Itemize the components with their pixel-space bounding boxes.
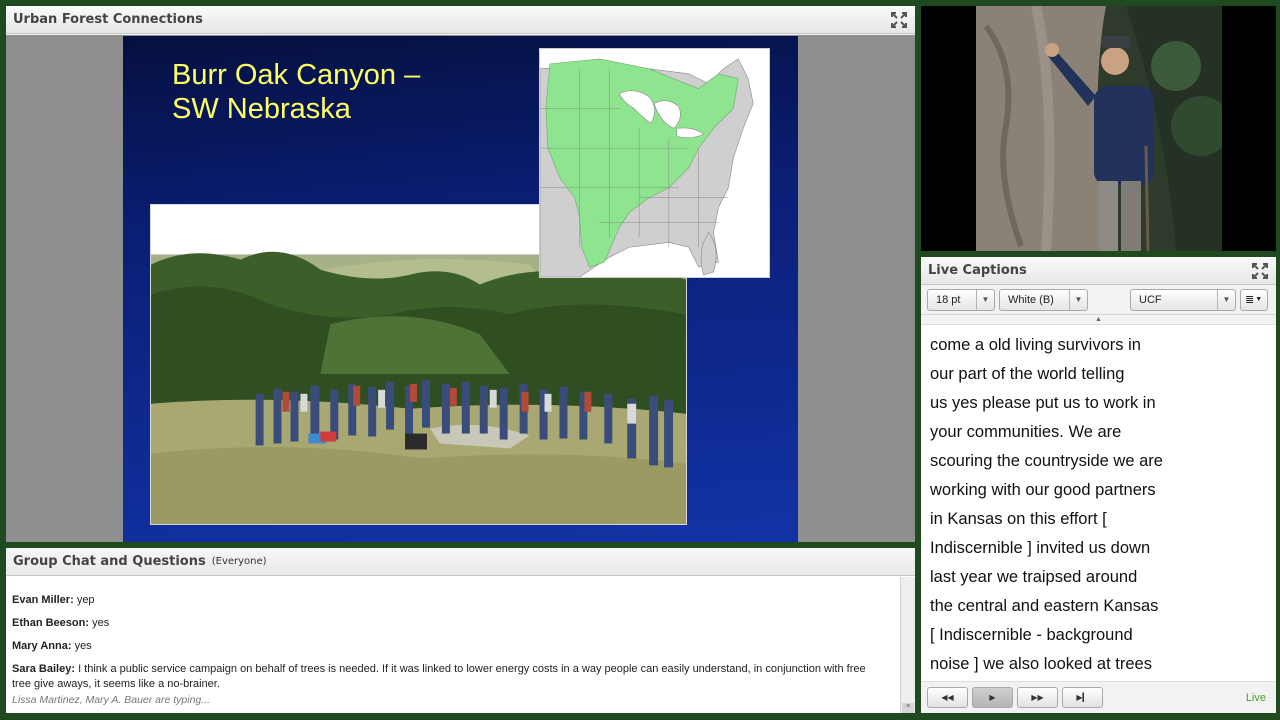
caption-line: the central and eastern Kansas	[930, 597, 1159, 615]
fast-forward-icon: ▶▶	[1031, 693, 1044, 702]
play-button[interactable]: ▶	[972, 687, 1013, 708]
chat-text: yep	[76, 594, 95, 606]
caption-line: scouring the countryside we are	[930, 452, 1163, 470]
font-size-value: 18 pt	[936, 293, 961, 306]
skip-to-end-button[interactable]: ▶▎	[1062, 687, 1103, 708]
caption-line: working with our good partners	[930, 481, 1156, 499]
rewind-button[interactable]: ◀◀	[927, 687, 968, 708]
chat-message: Sara Bailey: I think a public service ca…	[12, 663, 866, 690]
caption-line: your communities. We are	[930, 423, 1122, 441]
chat-message: Mary Anna: yes	[12, 640, 92, 652]
chat-audience-label: (Everyone)	[211, 556, 267, 567]
caption-text-area: come a old living survivors in our part …	[921, 325, 1276, 677]
share-stage: Burr Oak Canyon – SW Nebraska	[6, 35, 915, 542]
chevron-down-icon: ▼	[1255, 296, 1263, 303]
caption-line: come a old living survivors in	[930, 336, 1141, 354]
share-pod: Urban Forest Connections Burr Oak Canyon…	[6, 6, 915, 542]
chat-message: Ethan Beeson: yes	[12, 617, 110, 629]
share-pod-title: Urban Forest Connections	[13, 12, 203, 27]
chevron-down-icon: ▼	[1217, 289, 1235, 310]
caption-line: noise ] we also looked at trees	[930, 655, 1152, 673]
chat-sender: Mary Anna	[12, 640, 68, 652]
slide-map-burr-oak-range	[539, 48, 770, 278]
chat-pod-title: Group Chat and Questions	[13, 554, 206, 569]
chat-pod-header: Group Chat and Questions (Everyone)	[6, 548, 915, 576]
rewind-icon: ◀◀	[941, 693, 954, 702]
caption-line: in Kansas on this effort [	[930, 510, 1107, 528]
chat-message: Evan Miller: yep	[12, 594, 95, 606]
share-pod-header: Urban Forest Connections	[6, 6, 915, 34]
chat-scrollbar[interactable]: ≡	[900, 577, 915, 713]
group-chat-pod: Group Chat and Questions (Everyone) Evan…	[6, 548, 915, 713]
menu-icon: ≣	[1245, 294, 1255, 306]
caption-line: our part of the world telling	[930, 365, 1125, 383]
typing-indicator: Lissa Martinez, Mary A. Bauer are typing…	[12, 694, 211, 706]
fullscreen-icon[interactable]	[890, 11, 908, 29]
caption-line: Indiscernible ] invited us down	[930, 539, 1151, 557]
captions-scroll-up-button[interactable]: ▲	[921, 315, 1276, 325]
caption-line: [ Indiscernible - background	[930, 626, 1133, 644]
captions-playback-controls: ◀◀ ▶ ▶▶ ▶▎ Live	[921, 681, 1276, 713]
chat-sender: Evan Miller	[12, 594, 71, 606]
caption-source-value: UCF	[1139, 293, 1162, 306]
skip-end-icon: ▶▎	[1076, 693, 1089, 702]
captions-toolbar: 18 pt ▼ White (B) ▼ UCF ▼ ≣ ▼	[921, 285, 1276, 315]
caption-line: us yes please put us to work in	[930, 394, 1156, 412]
chevron-down-icon: ▼	[976, 289, 994, 310]
caption-menu-button[interactable]: ≣ ▼	[1240, 288, 1268, 311]
caption-color-dropdown[interactable]: White (B) ▼	[999, 288, 1088, 311]
caption-line: last year we traipsed around	[930, 568, 1138, 586]
caption-color-value: White (B)	[1008, 293, 1054, 306]
chat-sender: Sara Bailey	[12, 663, 72, 675]
chat-message-list: Evan Miller: yep Ethan Beeson: yes Mary …	[6, 577, 899, 713]
captions-pod-title: Live Captions	[928, 263, 1027, 278]
chat-text: yes	[74, 640, 92, 652]
fast-forward-button[interactable]: ▶▶	[1017, 687, 1058, 708]
play-icon: ▶	[989, 693, 996, 702]
fullscreen-icon[interactable]	[1251, 262, 1269, 280]
webcam-video-presenter	[976, 6, 1222, 251]
scroll-grip-icon[interactable]: ≡	[902, 703, 914, 713]
caption-source-dropdown[interactable]: UCF ▼	[1130, 288, 1236, 311]
chat-sender: Ethan Beeson	[12, 617, 86, 629]
chevron-down-icon: ▼	[1069, 289, 1087, 310]
captions-pod-header: Live Captions	[921, 257, 1276, 285]
chevron-up-icon: ▲	[1095, 316, 1102, 323]
webcam-pod	[921, 6, 1276, 251]
slide-title: Burr Oak Canyon – SW Nebraska	[172, 59, 421, 125]
chat-text: yes	[92, 617, 110, 629]
presentation-slide: Burr Oak Canyon – SW Nebraska	[123, 36, 798, 542]
chat-text: I think a public service campaign on beh…	[12, 663, 866, 690]
live-captions-pod: Live Captions 18 pt ▼ White (B) ▼ UCF ▼ …	[921, 257, 1276, 713]
live-status-label: Live	[1245, 691, 1266, 704]
font-size-dropdown[interactable]: 18 pt ▼	[927, 288, 995, 311]
